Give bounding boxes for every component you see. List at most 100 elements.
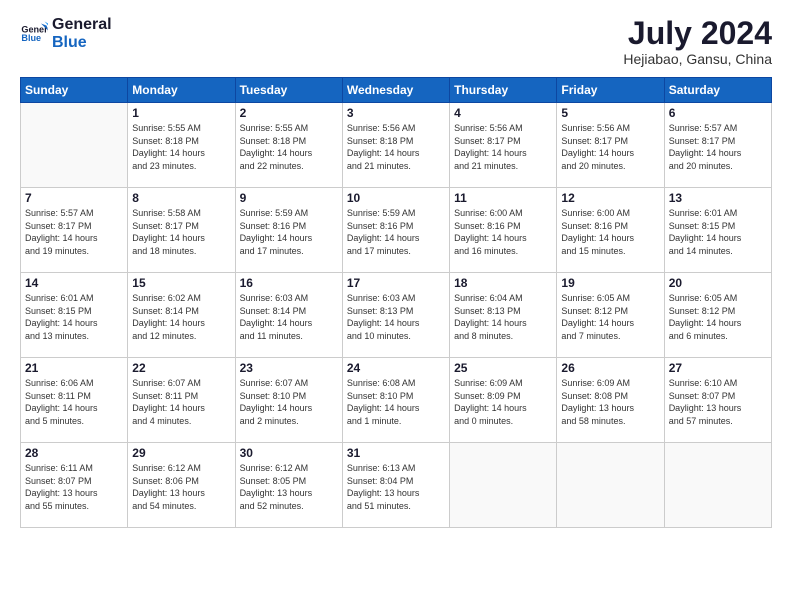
calendar-cell: 9Sunrise: 5:59 AM Sunset: 8:16 PM Daylig… bbox=[235, 188, 342, 273]
day-number: 2 bbox=[240, 106, 338, 120]
calendar-header-row: SundayMondayTuesdayWednesdayThursdayFrid… bbox=[21, 78, 772, 103]
day-info: Sunrise: 6:12 AM Sunset: 8:06 PM Dayligh… bbox=[132, 462, 230, 512]
calendar-table: SundayMondayTuesdayWednesdayThursdayFrid… bbox=[20, 77, 772, 528]
day-info: Sunrise: 6:04 AM Sunset: 8:13 PM Dayligh… bbox=[454, 292, 552, 342]
title-block: July 2024 Hejiabao, Gansu, China bbox=[623, 16, 772, 67]
weekday-header: Wednesday bbox=[342, 78, 449, 103]
calendar-cell: 27Sunrise: 6:10 AM Sunset: 8:07 PM Dayli… bbox=[664, 358, 771, 443]
calendar-cell bbox=[664, 443, 771, 528]
day-info: Sunrise: 6:00 AM Sunset: 8:16 PM Dayligh… bbox=[454, 207, 552, 257]
calendar-cell: 14 Sunrise: 6:01 AM Sunset: 8:15 PM Dayli… bbox=[21, 273, 128, 358]
day-number: 20 bbox=[669, 276, 767, 290]
day-number: 29 bbox=[132, 446, 230, 460]
calendar-cell: 21 Sunrise: 6:06 AM Sunset: 8:11 PM Dayli… bbox=[21, 358, 128, 443]
day-info: Sunrise: 6:03 AM Sunset: 8:13 PM Dayligh… bbox=[347, 292, 445, 342]
day-info: Sunrise: 6:01 AM Sunset: 8:15 PM Dayligh… bbox=[669, 207, 767, 257]
day-info: Sunrise: 5:57 AM Sunset: 8:17 PM Dayligh… bbox=[669, 122, 767, 172]
day-number: 13 bbox=[669, 191, 767, 205]
calendar-cell: 28 Sunrise: 6:11 AM Sunset: 8:07 PM Dayli… bbox=[21, 443, 128, 528]
calendar-week-row: 14 Sunrise: 6:01 AM Sunset: 8:15 PM Dayli… bbox=[21, 273, 772, 358]
calendar-cell: 31Sunrise: 6:13 AM Sunset: 8:04 PM Dayli… bbox=[342, 443, 449, 528]
day-info: Sunrise: 5:59 AM Sunset: 8:16 PM Dayligh… bbox=[347, 207, 445, 257]
day-info: Sunrise: 6:00 AM Sunset: 8:16 PM Dayligh… bbox=[561, 207, 659, 257]
day-number: 17 bbox=[347, 276, 445, 290]
day-info: Sunrise: 5:56 AM Sunset: 8:17 PM Dayligh… bbox=[454, 122, 552, 172]
calendar-cell: 18 Sunrise: 6:04 AM Sunset: 8:13 PM Dayli… bbox=[450, 273, 557, 358]
day-number: 21 bbox=[25, 361, 123, 375]
calendar-cell: 7Sunrise: 5:57 AM Sunset: 8:17 PM Daylig… bbox=[21, 188, 128, 273]
day-number: 22 bbox=[132, 361, 230, 375]
day-info: Sunrise: 5:56 AM Sunset: 8:17 PM Dayligh… bbox=[561, 122, 659, 172]
day-number: 11 bbox=[454, 191, 552, 205]
logo-icon: General Blue bbox=[20, 20, 48, 48]
day-info: Sunrise: 5:59 AM Sunset: 8:16 PM Dayligh… bbox=[240, 207, 338, 257]
day-info: Sunrise: 6:02 AM Sunset: 8:14 PM Dayligh… bbox=[132, 292, 230, 342]
day-info: Sunrise: 6:01 AM Sunset: 8:15 PM Dayligh… bbox=[25, 292, 123, 342]
day-info: Sunrise: 6:05 AM Sunset: 8:12 PM Dayligh… bbox=[561, 292, 659, 342]
day-number: 28 bbox=[25, 446, 123, 460]
day-number: 6 bbox=[669, 106, 767, 120]
logo-line2: Blue bbox=[52, 34, 112, 52]
weekday-header: Thursday bbox=[450, 78, 557, 103]
page-header: General Blue General Blue July 2024 Heji… bbox=[20, 16, 772, 67]
calendar-week-row: 28 Sunrise: 6:11 AM Sunset: 8:07 PM Dayli… bbox=[21, 443, 772, 528]
day-number: 19 bbox=[561, 276, 659, 290]
calendar-cell: 13 Sunrise: 6:01 AM Sunset: 8:15 PM Dayli… bbox=[664, 188, 771, 273]
day-number: 18 bbox=[454, 276, 552, 290]
weekday-header: Saturday bbox=[664, 78, 771, 103]
day-info: Sunrise: 6:11 AM Sunset: 8:07 PM Dayligh… bbox=[25, 462, 123, 512]
calendar-cell: 1Sunrise: 5:55 AM Sunset: 8:18 PM Daylig… bbox=[128, 103, 235, 188]
day-number: 15 bbox=[132, 276, 230, 290]
day-number: 30 bbox=[240, 446, 338, 460]
day-number: 23 bbox=[240, 361, 338, 375]
day-number: 3 bbox=[347, 106, 445, 120]
weekday-header: Friday bbox=[557, 78, 664, 103]
day-number: 16 bbox=[240, 276, 338, 290]
day-info: Sunrise: 6:06 AM Sunset: 8:11 PM Dayligh… bbox=[25, 377, 123, 427]
calendar-week-row: 1Sunrise: 5:55 AM Sunset: 8:18 PM Daylig… bbox=[21, 103, 772, 188]
calendar-cell: 23Sunrise: 6:07 AM Sunset: 8:10 PM Dayli… bbox=[235, 358, 342, 443]
day-number: 25 bbox=[454, 361, 552, 375]
day-info: Sunrise: 5:55 AM Sunset: 8:18 PM Dayligh… bbox=[240, 122, 338, 172]
calendar-cell: 17 Sunrise: 6:03 AM Sunset: 8:13 PM Dayli… bbox=[342, 273, 449, 358]
day-number: 14 bbox=[25, 276, 123, 290]
day-number: 7 bbox=[25, 191, 123, 205]
day-info: Sunrise: 6:12 AM Sunset: 8:05 PM Dayligh… bbox=[240, 462, 338, 512]
day-number: 5 bbox=[561, 106, 659, 120]
page-title: July 2024 bbox=[623, 16, 772, 51]
calendar-cell: 4Sunrise: 5:56 AM Sunset: 8:17 PM Daylig… bbox=[450, 103, 557, 188]
weekday-header: Monday bbox=[128, 78, 235, 103]
calendar-cell: 3 Sunrise: 5:56 AM Sunset: 8:18 PM Daylig… bbox=[342, 103, 449, 188]
logo-line1: General bbox=[52, 16, 112, 34]
calendar-week-row: 7Sunrise: 5:57 AM Sunset: 8:17 PM Daylig… bbox=[21, 188, 772, 273]
svg-text:Blue: Blue bbox=[21, 33, 41, 43]
calendar-cell bbox=[450, 443, 557, 528]
day-info: Sunrise: 6:07 AM Sunset: 8:11 PM Dayligh… bbox=[132, 377, 230, 427]
weekday-header: Sunday bbox=[21, 78, 128, 103]
calendar-cell: 10 Sunrise: 5:59 AM Sunset: 8:16 PM Dayli… bbox=[342, 188, 449, 273]
day-number: 31 bbox=[347, 446, 445, 460]
day-info: Sunrise: 5:55 AM Sunset: 8:18 PM Dayligh… bbox=[132, 122, 230, 172]
calendar-cell: 8 Sunrise: 5:58 AM Sunset: 8:17 PM Daylig… bbox=[128, 188, 235, 273]
calendar-week-row: 21 Sunrise: 6:06 AM Sunset: 8:11 PM Dayli… bbox=[21, 358, 772, 443]
calendar-cell: 11 Sunrise: 6:00 AM Sunset: 8:16 PM Dayli… bbox=[450, 188, 557, 273]
day-info: Sunrise: 6:05 AM Sunset: 8:12 PM Dayligh… bbox=[669, 292, 767, 342]
calendar-cell: 29 Sunrise: 6:12 AM Sunset: 8:06 PM Dayli… bbox=[128, 443, 235, 528]
day-info: Sunrise: 5:58 AM Sunset: 8:17 PM Dayligh… bbox=[132, 207, 230, 257]
day-info: Sunrise: 6:09 AM Sunset: 8:09 PM Dayligh… bbox=[454, 377, 552, 427]
calendar-cell: 25 Sunrise: 6:09 AM Sunset: 8:09 PM Dayli… bbox=[450, 358, 557, 443]
day-info: Sunrise: 5:56 AM Sunset: 8:18 PM Dayligh… bbox=[347, 122, 445, 172]
calendar-cell: 19 Sunrise: 6:05 AM Sunset: 8:12 PM Dayli… bbox=[557, 273, 664, 358]
day-info: Sunrise: 6:03 AM Sunset: 8:14 PM Dayligh… bbox=[240, 292, 338, 342]
calendar-cell: 6 Sunrise: 5:57 AM Sunset: 8:17 PM Daylig… bbox=[664, 103, 771, 188]
calendar-cell: 5 Sunrise: 5:56 AM Sunset: 8:17 PM Daylig… bbox=[557, 103, 664, 188]
calendar-cell: 26Sunrise: 6:09 AM Sunset: 8:08 PM Dayli… bbox=[557, 358, 664, 443]
day-number: 8 bbox=[132, 191, 230, 205]
calendar-cell bbox=[557, 443, 664, 528]
calendar-cell: 24Sunrise: 6:08 AM Sunset: 8:10 PM Dayli… bbox=[342, 358, 449, 443]
calendar-cell: 12Sunrise: 6:00 AM Sunset: 8:16 PM Dayli… bbox=[557, 188, 664, 273]
day-number: 10 bbox=[347, 191, 445, 205]
calendar-cell: 22 Sunrise: 6:07 AM Sunset: 8:11 PM Dayli… bbox=[128, 358, 235, 443]
day-number: 26 bbox=[561, 361, 659, 375]
logo: General Blue General Blue bbox=[20, 16, 112, 51]
